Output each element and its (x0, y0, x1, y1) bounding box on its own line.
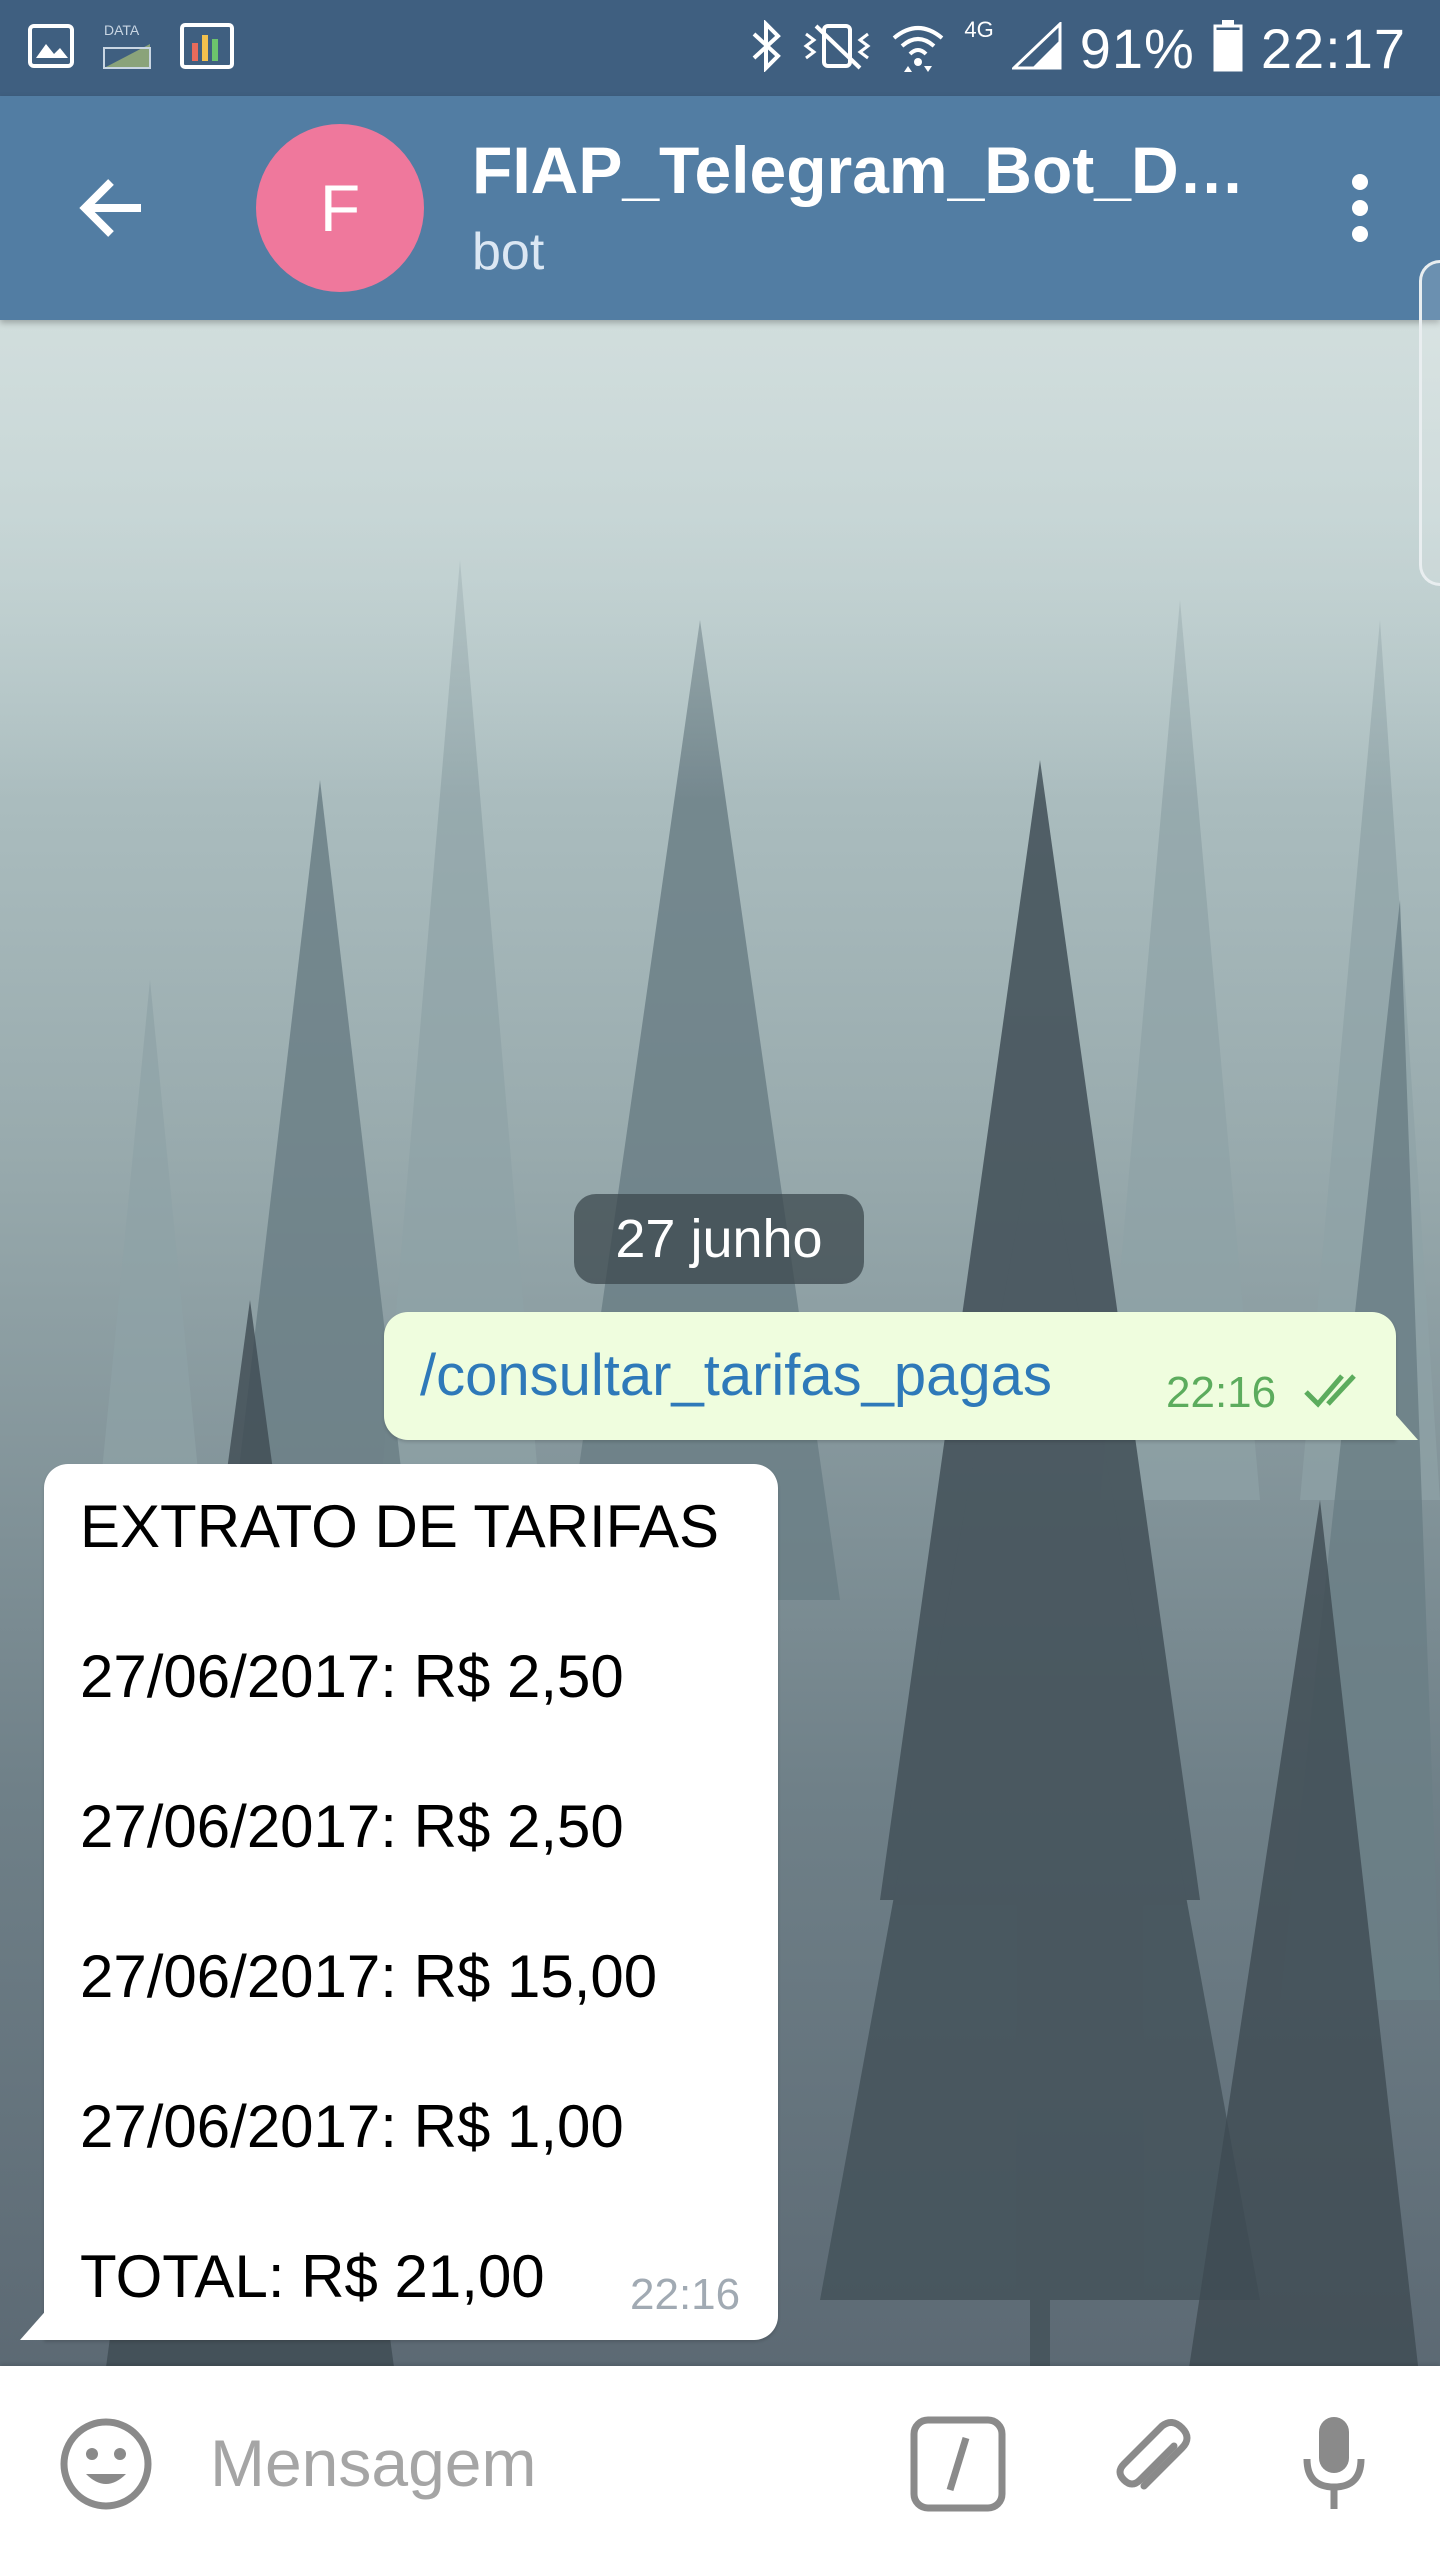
battery-percent: 91% (1079, 16, 1195, 80)
attach-button[interactable] (1100, 2412, 1204, 2516)
chat-subtitle: bot (472, 223, 545, 281)
smiley-icon (60, 2418, 152, 2510)
message-line: TOTAL: R$ 21,00 (80, 2243, 545, 2310)
message-composer (0, 2366, 1440, 2560)
network-type-label: 4G (964, 17, 994, 42)
bubble-tail (20, 2306, 50, 2340)
message-line: 27/06/2017: R$ 1,00 (80, 2093, 624, 2160)
bot-commands-button[interactable] (906, 2412, 1010, 2516)
arrow-left-icon (79, 179, 141, 237)
message-input[interactable] (210, 2416, 870, 2510)
message-line: 27/06/2017: R$ 15,00 (80, 1943, 658, 2010)
double-check-icon (1304, 1370, 1370, 1415)
chat-avatar[interactable]: F (256, 124, 424, 292)
message-time: 22:16 (1166, 1368, 1277, 1417)
more-options-button[interactable] (1320, 156, 1400, 260)
chat-header: F FIAP_Telegram_Bot_D… bot (0, 96, 1440, 320)
monitor-notification-icon (180, 22, 234, 74)
wifi-icon (890, 20, 946, 77)
date-separator: 27 junho (574, 1194, 864, 1284)
slash-command-icon (910, 2416, 1006, 2512)
message-line: 27/06/2017: R$ 2,50 (80, 1793, 624, 1860)
message-time: 22:16 (630, 2270, 741, 2319)
outgoing-message[interactable]: /consultar_tarifas_pagas 22:16 (384, 1312, 1418, 1440)
signal-icon (1010, 19, 1062, 75)
status-bar: DATA 4G 91% 22:17 (0, 0, 1440, 96)
voice-record-button[interactable] (1282, 2408, 1386, 2518)
battery-icon (1213, 19, 1243, 77)
paperclip-icon (1116, 2419, 1191, 2490)
more-vertical-icon (1352, 174, 1368, 242)
scroll-edge-indicator (1419, 260, 1440, 586)
vibrate-mute-icon (802, 20, 872, 77)
gallery-notification-icon (28, 23, 74, 73)
microphone-icon (1303, 2417, 1365, 2509)
bluetooth-icon (750, 18, 784, 77)
message-line: EXTRATO DE TARIFAS (80, 1493, 720, 1560)
back-button[interactable] (60, 156, 164, 260)
command-link[interactable]: /consultar_tarifas_pagas (420, 1342, 1052, 1409)
emoji-button[interactable] (54, 2412, 158, 2516)
incoming-message[interactable]: EXTRATO DE TARIFAS 27/06/2017: R$ 2,50 2… (20, 1464, 778, 2340)
chat-title[interactable]: FIAP_Telegram_Bot_D… (472, 132, 1245, 208)
bubble-tail (1388, 1406, 1418, 1440)
message-line: 27/06/2017: R$ 2,50 (80, 1643, 624, 1710)
clock: 22:17 (1260, 16, 1406, 80)
data-saver-icon: DATA (102, 22, 152, 70)
